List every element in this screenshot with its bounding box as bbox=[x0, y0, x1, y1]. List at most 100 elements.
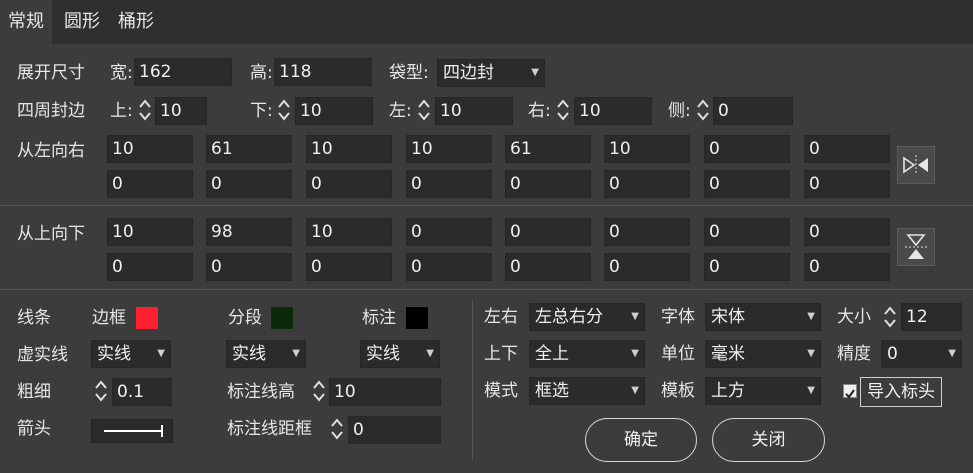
segment-dash-select[interactable]: 实线 ▼ bbox=[226, 340, 306, 368]
thickness-input[interactable] bbox=[112, 378, 172, 406]
font-select[interactable]: 宋体 ▼ bbox=[705, 303, 821, 331]
ud-mode-value: 全上 bbox=[535, 344, 569, 364]
select-mode-value: 框选 bbox=[535, 381, 569, 401]
dropdown-arrow-icon: ▼ bbox=[807, 348, 815, 359]
top-to-bottom-input[interactable] bbox=[406, 253, 492, 281]
left-to-right-input[interactable] bbox=[804, 170, 890, 198]
border-label: 边框 bbox=[92, 308, 126, 328]
spinner-arrows-icon[interactable] bbox=[696, 97, 710, 123]
segment-color-swatch[interactable] bbox=[271, 307, 293, 329]
seal-left-input[interactable] bbox=[435, 97, 513, 125]
select-mode-select[interactable]: 框选 ▼ bbox=[529, 377, 645, 405]
lr-mode-label: 左右 bbox=[484, 307, 518, 327]
border-dash-value: 实线 bbox=[97, 344, 131, 364]
unit-label: 单位 bbox=[661, 344, 695, 364]
width-label: 宽: bbox=[110, 63, 133, 83]
thickness-label: 粗细 bbox=[17, 382, 51, 402]
top-to-bottom-input[interactable] bbox=[704, 218, 790, 246]
left-to-right-input[interactable] bbox=[704, 170, 790, 198]
bag-type-select[interactable]: 四边封 ▼ bbox=[437, 59, 545, 87]
height-input[interactable] bbox=[274, 58, 372, 86]
unit-select[interactable]: 毫米 ▼ bbox=[705, 340, 821, 368]
top-to-bottom-input[interactable] bbox=[804, 253, 890, 281]
dropdown-arrow-icon: ▼ bbox=[531, 67, 539, 78]
spinner-arrows-icon[interactable] bbox=[277, 97, 291, 123]
segment-label: 分段 bbox=[228, 308, 262, 328]
tab-circle[interactable]: 圆形 bbox=[64, 0, 100, 44]
spinner-arrows-icon[interactable] bbox=[312, 378, 326, 404]
mark-distance-input[interactable] bbox=[348, 416, 441, 444]
left-to-right-input[interactable] bbox=[107, 135, 193, 163]
left-to-right-input[interactable] bbox=[406, 170, 492, 198]
mark-dash-value: 实线 bbox=[366, 344, 400, 364]
ok-button[interactable]: 确定 bbox=[585, 418, 697, 462]
left-to-right-label: 从左向右 bbox=[17, 141, 85, 161]
left-to-right-input[interactable] bbox=[306, 170, 392, 198]
top-to-bottom-input[interactable] bbox=[406, 218, 492, 246]
lr-mode-value: 左总右分 bbox=[535, 307, 603, 327]
import-header-checkbox[interactable] bbox=[843, 384, 857, 399]
seal-side-input[interactable] bbox=[713, 97, 793, 125]
top-to-bottom-input[interactable] bbox=[107, 218, 193, 246]
top-to-bottom-input[interactable] bbox=[804, 218, 890, 246]
tab-general[interactable]: 常规 bbox=[0, 0, 52, 44]
bag-type-label: 袋型: bbox=[389, 63, 429, 83]
arrow-line-icon bbox=[104, 425, 163, 437]
lr-mode-select[interactable]: 左总右分 ▼ bbox=[529, 303, 645, 331]
left-to-right-input[interactable] bbox=[406, 135, 492, 163]
seal-right-input[interactable] bbox=[574, 97, 652, 125]
top-to-bottom-input[interactable] bbox=[107, 253, 193, 281]
mirror-vertical-icon bbox=[905, 234, 927, 259]
spinner-arrows-icon[interactable] bbox=[883, 304, 897, 330]
top-to-bottom-input[interactable] bbox=[505, 253, 591, 281]
spinner-arrows-icon[interactable] bbox=[330, 416, 344, 442]
border-dash-select[interactable]: 实线 ▼ bbox=[91, 340, 171, 368]
top-to-bottom-input[interactable] bbox=[505, 218, 591, 246]
mark-dash-select[interactable]: 实线 ▼ bbox=[360, 340, 440, 368]
template-select[interactable]: 上方 ▼ bbox=[705, 377, 821, 405]
seal-bottom-input[interactable] bbox=[295, 97, 373, 125]
ud-mode-select[interactable]: 全上 ▼ bbox=[529, 340, 645, 368]
tab-bar: 常规 圆形 桶形 bbox=[0, 0, 973, 44]
width-input[interactable] bbox=[134, 58, 232, 86]
left-to-right-input[interactable] bbox=[306, 135, 392, 163]
mirror-horizontal-button[interactable] bbox=[897, 146, 935, 184]
left-to-right-input[interactable] bbox=[604, 135, 690, 163]
seal-right-label: 右: bbox=[528, 101, 551, 121]
top-to-bottom-input[interactable] bbox=[604, 218, 690, 246]
close-button[interactable]: 关闭 bbox=[712, 418, 825, 462]
mark-color-swatch[interactable] bbox=[406, 307, 428, 329]
left-to-right-input[interactable] bbox=[107, 170, 193, 198]
top-to-bottom-input[interactable] bbox=[206, 218, 292, 246]
template-label: 模板 bbox=[661, 381, 695, 401]
spinner-arrows-icon[interactable] bbox=[94, 378, 108, 404]
left-to-right-input[interactable] bbox=[604, 170, 690, 198]
import-header-button[interactable]: 导入标头 bbox=[860, 377, 942, 407]
seal-top-input[interactable] bbox=[155, 97, 207, 125]
dropdown-arrow-icon: ▼ bbox=[807, 385, 815, 396]
left-to-right-input[interactable] bbox=[704, 135, 790, 163]
seal-bottom-label: 下: bbox=[250, 101, 273, 121]
font-size-input[interactable] bbox=[901, 303, 962, 331]
arrow-style-select[interactable] bbox=[91, 419, 173, 443]
spinner-arrows-icon[interactable] bbox=[556, 97, 570, 123]
top-to-bottom-input[interactable] bbox=[306, 218, 392, 246]
left-to-right-input[interactable] bbox=[804, 135, 890, 163]
tab-barrel[interactable]: 桶形 bbox=[118, 0, 154, 44]
left-to-right-input[interactable] bbox=[505, 135, 591, 163]
top-to-bottom-input[interactable] bbox=[604, 253, 690, 281]
left-to-right-input[interactable] bbox=[505, 170, 591, 198]
mirror-vertical-button[interactable] bbox=[897, 228, 935, 266]
mark-height-input[interactable] bbox=[329, 378, 441, 406]
border-color-swatch[interactable] bbox=[136, 307, 158, 329]
left-to-right-input[interactable] bbox=[206, 170, 292, 198]
top-to-bottom-input[interactable] bbox=[306, 253, 392, 281]
spinner-arrows-icon[interactable] bbox=[138, 97, 152, 123]
top-to-bottom-input[interactable] bbox=[206, 253, 292, 281]
checkmark-icon bbox=[845, 389, 855, 399]
spinner-arrows-icon[interactable] bbox=[417, 97, 431, 123]
left-to-right-input[interactable] bbox=[206, 135, 292, 163]
precision-select[interactable]: 0 ▼ bbox=[881, 340, 962, 368]
dropdown-arrow-icon: ▼ bbox=[292, 348, 300, 359]
top-to-bottom-input[interactable] bbox=[704, 253, 790, 281]
